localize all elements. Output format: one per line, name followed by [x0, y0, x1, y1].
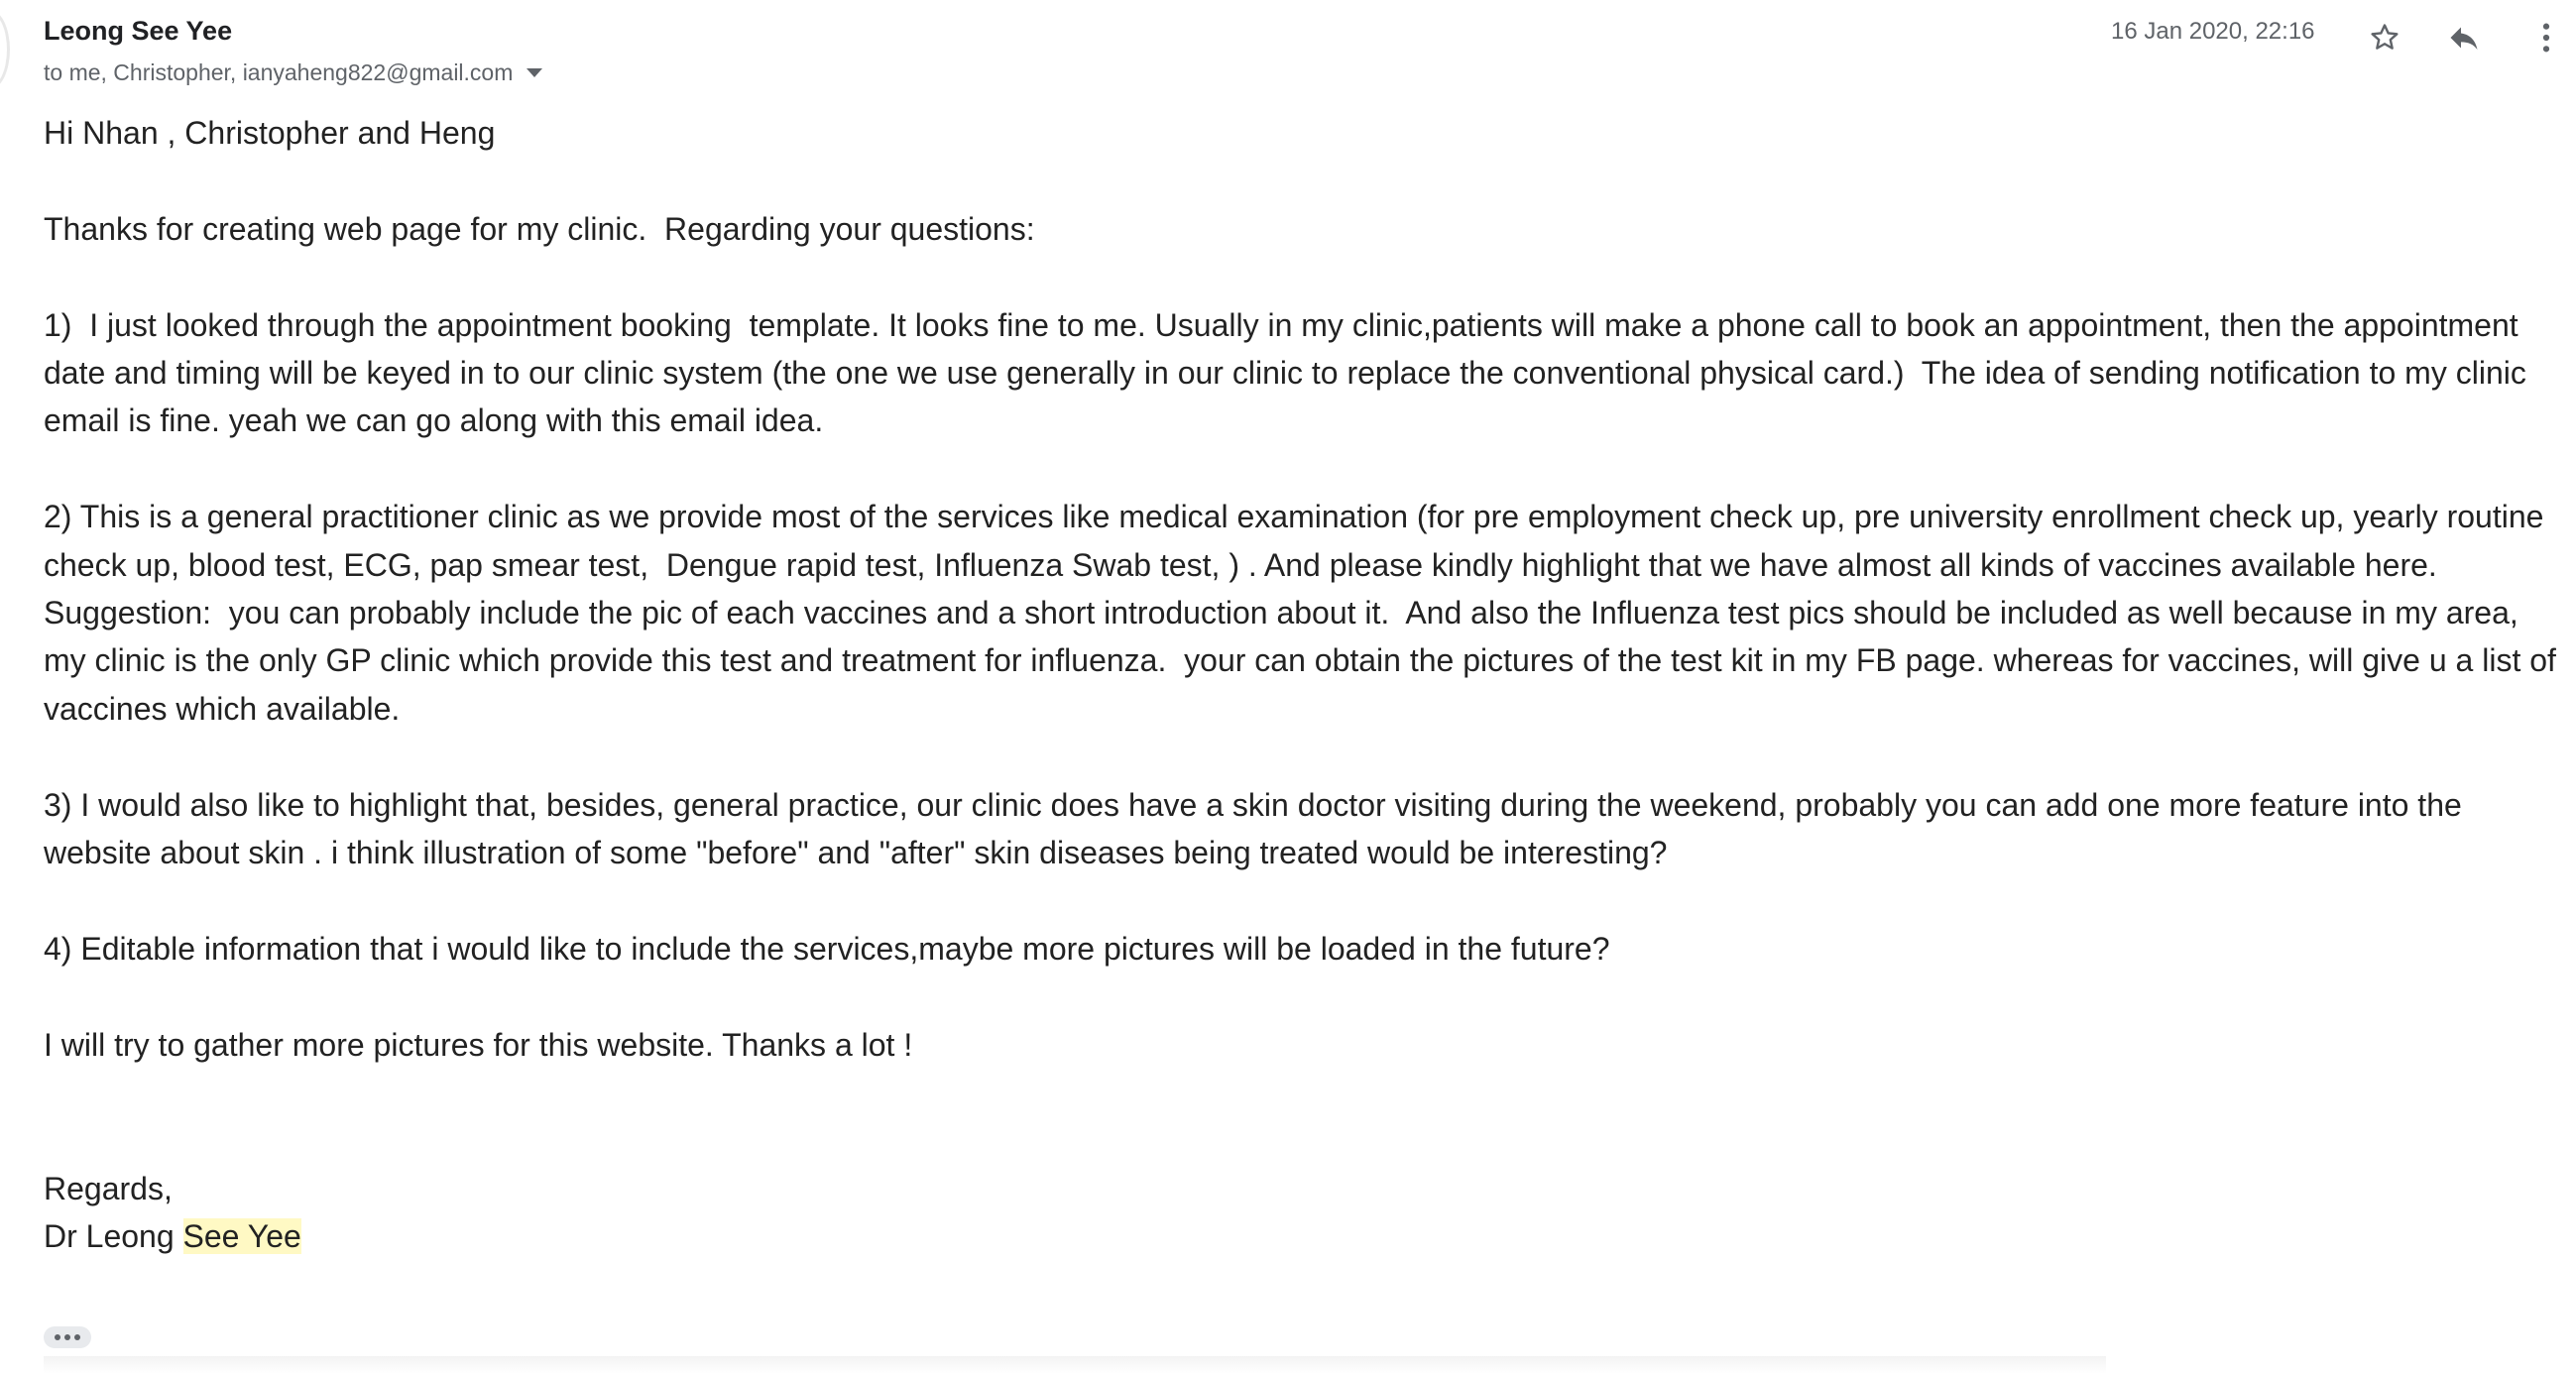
regards-line: Regards, [44, 1170, 173, 1206]
signature-line: Dr Leong See Yee [44, 1212, 2562, 1260]
closing-paragraph: I will try to gather more pictures for t… [44, 1026, 913, 1063]
message-header: Leong See Yee to me, Christopher, ianyah… [44, 14, 2576, 93]
reply-icon [2450, 27, 2478, 50]
point-3-paragraph: 3) I would also like to highlight that, … [44, 786, 2471, 871]
message-timestamp: 16 Jan 2020, 22:16 [2111, 18, 2315, 45]
point-2-paragraph: 2) This is a general practitioner clinic… [44, 499, 2553, 583]
message-body: Hi Nhan , Christopher and Heng Thanks fo… [44, 109, 2562, 1261]
signature-highlight: See Yee [182, 1218, 301, 1255]
reply-button[interactable] [2440, 14, 2488, 61]
recipients-text: to me, Christopher, ianyaheng822@gmail.c… [44, 59, 514, 85]
sender-name[interactable]: Leong See Yee [44, 16, 232, 47]
more-vert-icon [2542, 23, 2550, 53]
bottom-divider [44, 1356, 2106, 1374]
star-button[interactable] [2361, 14, 2408, 61]
star-icon [2371, 24, 2399, 50]
intro-paragraph: Thanks for creating web page for my clin… [44, 210, 1035, 247]
avatar[interactable] [0, 10, 10, 89]
more-options-button[interactable] [2522, 14, 2570, 61]
point-1-paragraph: 1) I just looked through the appointment… [44, 306, 2535, 439]
suggestion-paragraph: Suggestion: you can probably include the… [44, 595, 2565, 727]
point-4-paragraph: 4) Editable information that i would lik… [44, 930, 1610, 967]
signature-prefix: Dr Leong [44, 1218, 183, 1255]
ellipsis-icon [55, 1334, 60, 1340]
caret-down-icon[interactable] [527, 68, 543, 77]
greeting: Hi Nhan , Christopher and Heng [44, 115, 496, 151]
show-trimmed-content-button[interactable] [44, 1326, 91, 1348]
recipients-line: to me, Christopher, ianyaheng822@gmail.c… [44, 59, 543, 86]
